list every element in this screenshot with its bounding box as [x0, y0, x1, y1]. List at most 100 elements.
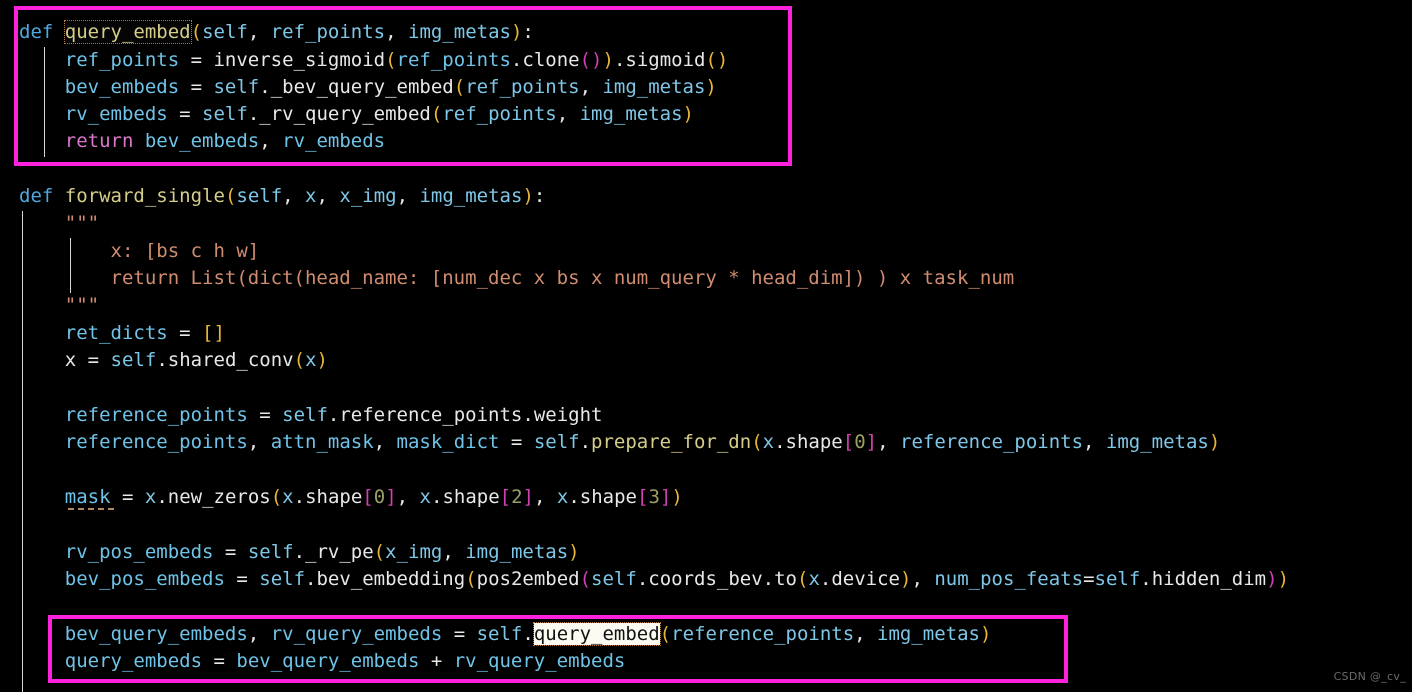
param-self: self	[236, 185, 283, 207]
paren-open: (	[293, 349, 306, 371]
docstring-quotes: """	[64, 212, 100, 234]
watermark: CSDN @_cv_	[1333, 670, 1406, 683]
dot: .	[156, 349, 168, 371]
code-line[interactable]: query_embeds = bev_query_embeds + rv_que…	[19, 648, 626, 675]
code-line[interactable]: x = self.shared_conv(x)	[19, 347, 328, 374]
paren-open: (	[465, 568, 477, 590]
paren-close: )	[671, 486, 683, 508]
var-reference-points: reference_points	[64, 431, 248, 453]
operator-assign: =	[442, 623, 477, 645]
paren-close: )	[591, 49, 603, 71]
comma: ,	[247, 21, 271, 43]
operator-assign: =	[110, 486, 145, 508]
paren-open: (	[579, 49, 592, 71]
var-bev-query-embeds: bev_query_embeds	[64, 623, 248, 645]
var-rv-query-embeds: rv_query_embeds	[453, 650, 626, 672]
dot: .	[774, 431, 786, 453]
param-ref-points: ref_points	[270, 21, 386, 43]
paren-close: )	[900, 568, 912, 590]
attr-weight: weight	[533, 404, 603, 426]
comma: ,	[247, 623, 271, 645]
number: 0	[373, 486, 386, 508]
comma: ,	[373, 431, 397, 453]
keyword-self: self	[202, 103, 248, 125]
keyword-self: self	[213, 76, 260, 98]
bracket-close: ]	[659, 486, 672, 508]
paren-open: (	[659, 623, 672, 645]
code-line[interactable]: bev_pos_embeds = self.bev_embedding(pos2…	[19, 566, 1289, 593]
colon: :	[533, 185, 546, 207]
arg-x-img: x_img	[385, 541, 443, 563]
code-line[interactable]: ret_dicts = []	[19, 320, 225, 347]
code-line[interactable]: reference_points = self.reference_points…	[19, 402, 603, 429]
code-line[interactable]: rv_embeds = self._rv_query_embed(ref_poi…	[19, 101, 694, 128]
var-mask-dict: mask_dict	[396, 431, 500, 453]
comma: ,	[396, 486, 420, 508]
comma: ,	[854, 623, 878, 645]
keyword-self: self	[259, 568, 306, 590]
method-bev-embedding: bev_embedding	[316, 568, 466, 590]
bracket-open: [	[202, 322, 214, 344]
operator-assign: =	[224, 568, 260, 590]
arg-x: x	[762, 431, 775, 453]
var-rv-pos-embeds: rv_pos_embeds	[64, 541, 214, 563]
arg-x: x	[419, 486, 431, 508]
paren-close: )	[510, 21, 523, 43]
code-line[interactable]: mask = x.new_zeros(x.shape[0], x.shape[2…	[19, 484, 683, 511]
paren-close: )	[682, 103, 694, 125]
paren-close: )	[1277, 568, 1290, 590]
docstring-text: return List(dict(head_name: [num_dec x b…	[110, 267, 1015, 289]
code-line[interactable]: def forward_single(self, x, x_img, img_m…	[19, 183, 545, 210]
dot: .	[762, 568, 775, 590]
comma: ,	[534, 486, 557, 508]
operator-assign: =	[76, 349, 111, 371]
var-ref-points: ref_points	[64, 49, 180, 71]
docstring-line[interactable]: return List(dict(head_name: [num_dec x b…	[19, 265, 1015, 292]
docstring-close[interactable]: """	[19, 292, 99, 319]
arg-x: x	[556, 486, 569, 508]
comma: ,	[396, 185, 420, 207]
code-line[interactable]: ref_points = inverse_sigmoid(ref_points.…	[19, 47, 729, 74]
code-line[interactable]: reference_points, attn_mask, mask_dict =…	[19, 429, 1221, 456]
comma: ,	[282, 185, 306, 207]
function-name-query-embed[interactable]: query_embed	[63, 20, 192, 44]
code-line[interactable]: bev_query_embeds, rv_query_embeds = self…	[19, 621, 991, 648]
kwarg-num-pos-feats: num_pos_feats	[934, 568, 1084, 590]
keyword-self: self	[476, 623, 523, 645]
code-line[interactable]: rv_pos_embeds = self._rv_pe(x_img, img_m…	[19, 539, 580, 566]
function-name-forward-single[interactable]: forward_single	[65, 185, 225, 207]
bracket-close: ]	[385, 486, 397, 508]
comma: ,	[385, 21, 409, 43]
operator-plus: +	[419, 650, 454, 672]
paren-close: )	[980, 623, 992, 645]
arg-reference-points: reference_points	[671, 623, 855, 645]
paren-close: )	[316, 349, 328, 371]
arg-img-metas: img_metas	[602, 76, 706, 98]
dot: .	[259, 76, 271, 98]
docstring-line[interactable]: x: [bs c h w]	[19, 238, 260, 265]
code-line[interactable]: return bev_embeds, rv_embeds	[19, 128, 385, 155]
code-line[interactable]: def query_embed(self, ref_points, img_me…	[19, 19, 534, 46]
paren-close: )	[568, 541, 580, 563]
paren-open: (	[453, 76, 466, 98]
var-reference-points: reference_points	[64, 404, 248, 426]
comma: ,	[556, 103, 580, 125]
selected-token-query-embed[interactable]: query_embed	[532, 622, 661, 646]
call-pos2embed: pos2embed	[476, 568, 580, 590]
arg-img-metas: img_metas	[465, 541, 569, 563]
code-line[interactable]: bev_embeds = self._bev_query_embed(ref_p…	[19, 74, 717, 101]
dot: .	[568, 486, 580, 508]
method-bev-query-embed: _bev_query_embed	[270, 76, 454, 98]
keyword-def: def	[19, 185, 54, 207]
comma: ,	[442, 541, 466, 563]
code-editor[interactable]: def query_embed(self, ref_points, img_me…	[0, 0, 1412, 692]
docstring-open[interactable]: """	[19, 210, 99, 237]
param-x-img: x_img	[339, 185, 397, 207]
